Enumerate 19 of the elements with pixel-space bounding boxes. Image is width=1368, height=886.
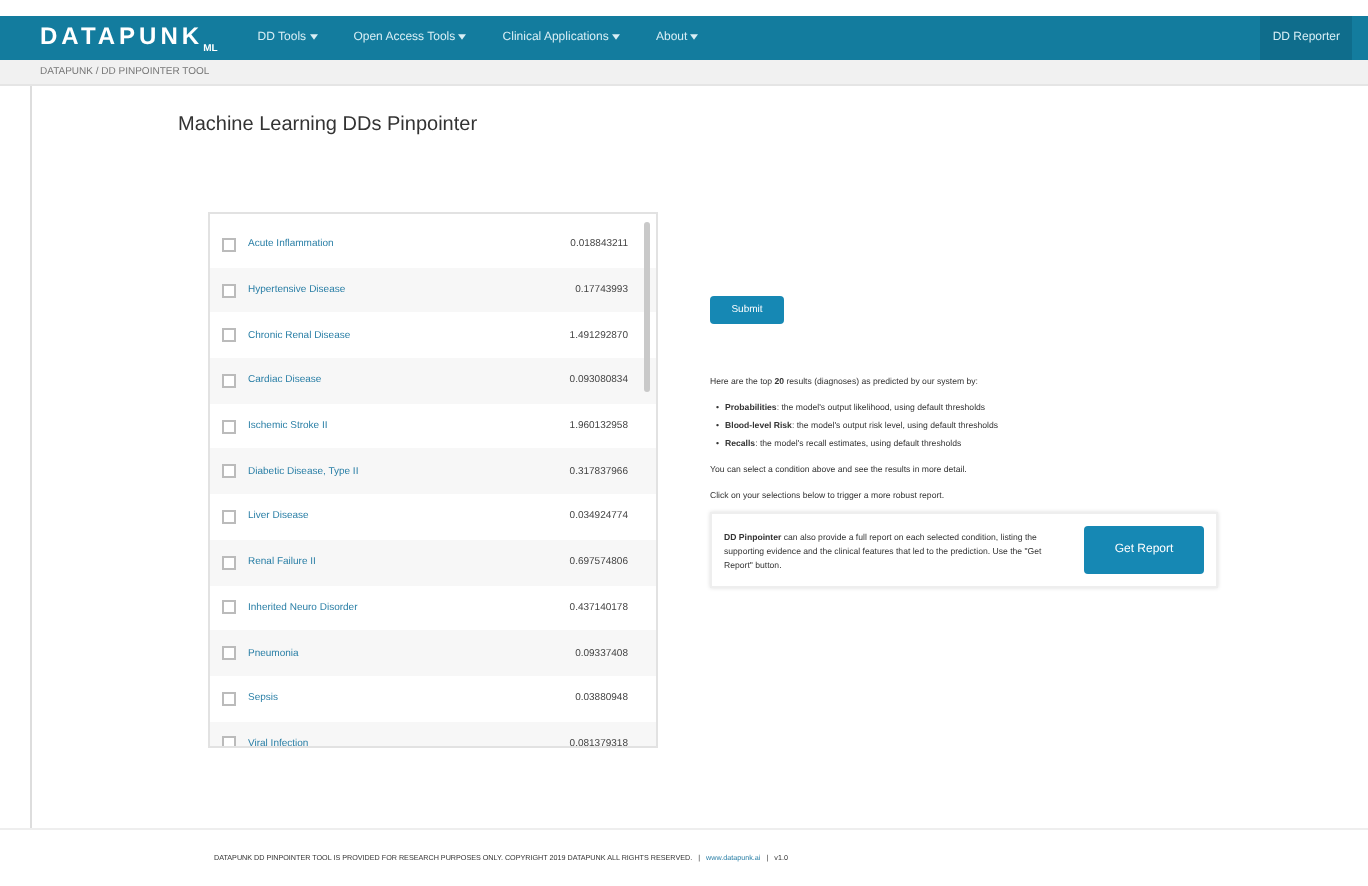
caret-icon [458,33,467,40]
caret-icon [612,33,620,40]
checkbox[interactable] [222,509,236,524]
checkbox[interactable] [222,464,236,479]
checkbox[interactable] [222,600,236,615]
page-title: Machine Learning DDs Pinpointer [178,114,480,136]
checkbox[interactable] [222,555,236,570]
checkbox[interactable] [222,237,236,252]
caret-icon [690,33,699,40]
caret-icon [309,33,318,40]
checkbox[interactable] [222,283,236,298]
checkbox[interactable] [222,419,236,434]
brand-logo[interactable]: DATAPUNK$_{ML}$ [40,21,218,55]
checkbox[interactable] [222,646,236,661]
checkbox[interactable] [222,736,236,746]
checkbox[interactable] [222,328,236,343]
checkbox[interactable] [222,373,236,388]
checkbox[interactable] [222,691,236,706]
scrollbar[interactable] [644,222,650,392]
